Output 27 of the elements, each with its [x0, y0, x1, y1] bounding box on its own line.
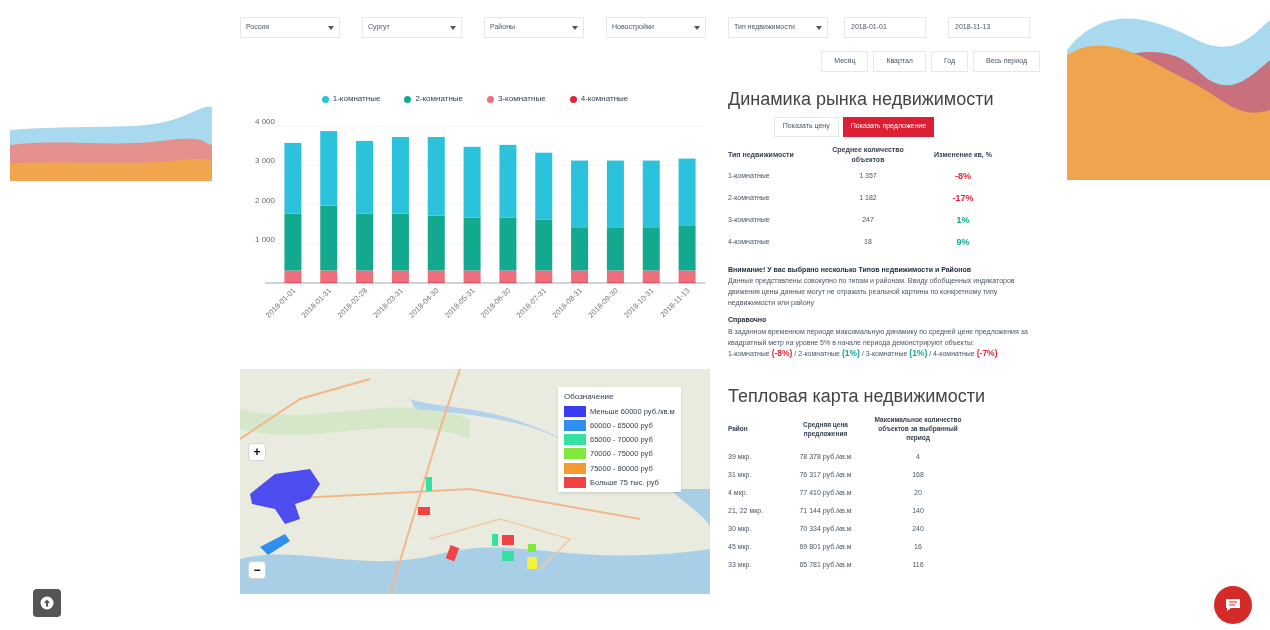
caret-icon — [816, 25, 822, 30]
table-cell-text: -8% — [955, 169, 971, 183]
section-title: Тепловая карта недвижимости — [728, 384, 986, 407]
bar-segment — [463, 146, 481, 218]
y-tick-label: 1 000 — [255, 234, 276, 244]
y-tick-label: 3 000 — [255, 156, 276, 166]
caret-icon — [694, 25, 700, 30]
caret-icon — [328, 25, 334, 30]
bar-segment — [284, 142, 302, 214]
arrow-up-icon — [40, 596, 54, 610]
chat-icon — [1225, 598, 1241, 612]
legend-label: 3-комнатные — [498, 93, 546, 105]
table-cell-text: 9% — [956, 235, 970, 249]
bar-segment — [535, 152, 553, 220]
caret-icon — [572, 25, 578, 30]
legend-label: 4-комнатные — [580, 93, 629, 105]
section-title: Динамика рынка недвижимости — [728, 88, 995, 111]
scroll-up-button[interactable] — [33, 589, 61, 617]
y-tick-label: 2 000 — [255, 195, 276, 205]
legend-label: 2-комнатные — [415, 93, 463, 105]
table-cell-text: -17% — [952, 191, 974, 205]
table-cell-text: 1% — [956, 213, 970, 227]
legend-label: 1-комнатные — [332, 93, 381, 105]
legend-title: Обозначение — [564, 390, 615, 403]
chat-button[interactable] — [1214, 586, 1252, 624]
caret-icon — [450, 25, 456, 30]
y-tick-label: 4 000 — [255, 117, 276, 126]
